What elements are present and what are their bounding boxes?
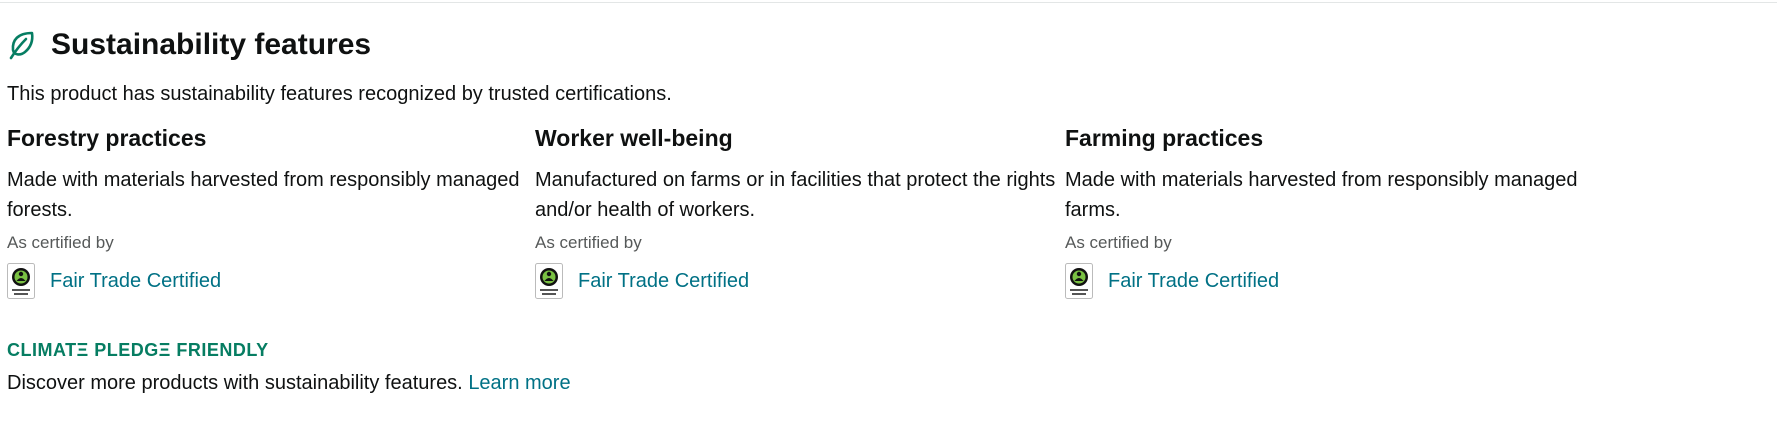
- fair-trade-certified-link[interactable]: Fair Trade Certified: [1108, 268, 1279, 294]
- feature-description: Manufactured on farms or in facilities t…: [535, 169, 1056, 221]
- discover-text: Discover more products with sustainabili…: [7, 370, 571, 396]
- feature-farming-practices: Farming practices Made with materials ha…: [1065, 124, 1635, 299]
- feature-title: Worker well-being: [535, 125, 733, 151]
- top-divider: [0, 2, 1777, 3]
- fair-trade-certified-link[interactable]: Fair Trade Certified: [578, 268, 749, 294]
- feature-worker-well-being: Worker well-being Manufactured on farms …: [535, 124, 1105, 299]
- discover-label: Discover more products with sustainabili…: [7, 372, 463, 394]
- cert-label: As certified by: [7, 233, 114, 252]
- section-header: Sustainability features: [8, 27, 371, 63]
- fair-trade-badge-icon[interactable]: [1065, 263, 1093, 299]
- feature-title: Farming practices: [1065, 125, 1264, 151]
- fair-trade-badge-icon[interactable]: [7, 263, 35, 299]
- feature-description: Made with materials harvested from respo…: [7, 169, 520, 221]
- page-title: Sustainability features: [51, 28, 372, 61]
- cert-row: Fair Trade Certified: [535, 263, 1105, 299]
- climate-pledge-friendly-logo: CLIMATΞ PLEDGΞ FRIENDLY: [7, 340, 269, 360]
- cert-label: As certified by: [535, 233, 642, 252]
- feature-forestry-practices: Forestry practices Made with materials h…: [7, 124, 577, 299]
- fair-trade-badge-icon[interactable]: [535, 263, 563, 299]
- cert-row: Fair Trade Certified: [1065, 263, 1635, 299]
- fair-trade-certified-link[interactable]: Fair Trade Certified: [50, 268, 221, 294]
- learn-more-link[interactable]: Learn more: [468, 372, 570, 394]
- feature-title: Forestry practices: [7, 125, 207, 151]
- leaf-icon: [8, 30, 36, 60]
- feature-description: Made with materials harvested from respo…: [1065, 169, 1578, 221]
- cert-label: As certified by: [1065, 233, 1172, 252]
- cert-row: Fair Trade Certified: [7, 263, 577, 299]
- intro-text: This product has sustainability features…: [7, 83, 672, 105]
